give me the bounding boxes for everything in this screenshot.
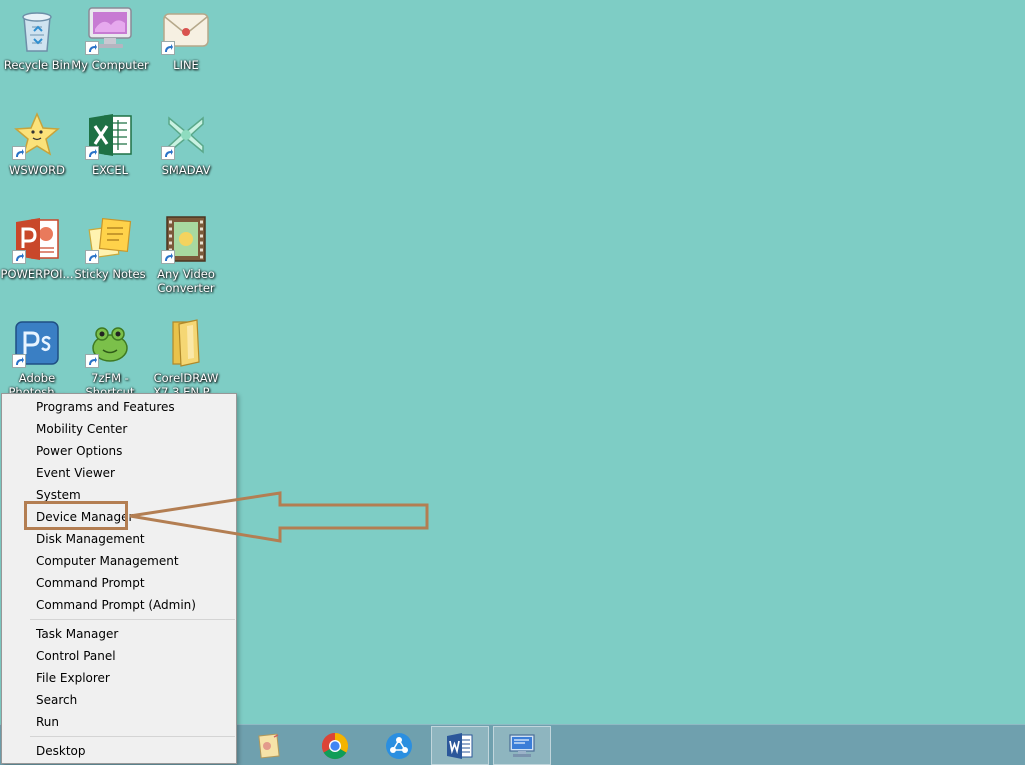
desktop-icon-label: SMADAV	[161, 163, 211, 177]
desktop-icon-label: Any Video Converter	[157, 267, 215, 295]
my-computer-icon	[85, 5, 135, 55]
menu-item-run[interactable]: Run	[36, 711, 231, 733]
annotation-arrow	[129, 491, 429, 543]
shortcut-arrow-icon	[12, 146, 26, 160]
computer-icon	[509, 733, 535, 757]
menu-item-command-prompt[interactable]: Command Prompt	[36, 572, 231, 594]
desktop-icon-label: Sticky Notes	[74, 267, 146, 281]
menu-item-mobility-center[interactable]: Mobility Center	[36, 418, 231, 440]
film-icon	[161, 214, 211, 264]
menu-separator	[30, 736, 235, 737]
chrome-icon	[321, 732, 349, 759]
desktop-icon-label: EXCEL	[91, 163, 128, 177]
taskbar-computer-button[interactable]	[493, 726, 551, 765]
taskbar-word-button[interactable]	[431, 726, 489, 765]
recycle-bin-icon	[12, 5, 62, 55]
shortcut-arrow-icon	[161, 250, 175, 264]
desktop-icon-label: My Computer	[71, 58, 149, 72]
taskbar-shareit-button[interactable]	[370, 726, 428, 765]
desktop-icon-adobe-photoshop[interactable]: Adobe Photosh...	[0, 318, 74, 399]
menu-item-task-manager[interactable]: Task Manager	[36, 623, 231, 645]
folder-icon	[161, 318, 211, 368]
photoshop-icon	[12, 318, 62, 368]
desktop-icon-sticky-notes[interactable]: Sticky Notes	[73, 214, 147, 281]
annotation-highlight-box	[24, 501, 128, 530]
shortcut-arrow-icon	[85, 354, 99, 368]
desktop-icon-coreldraw[interactable]: CorelDRAW X7.3.EN.P...	[149, 318, 223, 399]
desktop-icon-label: POWERPOI...	[0, 267, 74, 281]
desktop-icon-7zfm[interactable]: 7zFM - Shortcut	[73, 318, 147, 399]
desktop-icon-any-video-converter[interactable]: Any Video Converter	[149, 214, 223, 295]
desktop-icon-label: LINE	[173, 58, 199, 72]
shortcut-arrow-icon	[85, 146, 99, 160]
menu-separator	[30, 619, 235, 620]
sticky-notes-icon	[85, 214, 135, 264]
taskbar-sticky-notes-button[interactable]	[240, 726, 298, 765]
taskbar-chrome-button[interactable]	[306, 726, 364, 765]
sticky-note-icon	[258, 733, 280, 758]
desktop-icon-label: Recycle Bin	[3, 58, 71, 72]
desktop-icon-label: WSWORD	[9, 163, 65, 177]
envelope-icon	[161, 5, 211, 55]
frog-icon	[85, 318, 135, 368]
menu-item-event-viewer[interactable]: Event Viewer	[36, 462, 231, 484]
shortcut-arrow-icon	[85, 41, 99, 55]
menu-item-desktop[interactable]: Desktop	[36, 740, 231, 762]
menu-item-command-prompt-admin[interactable]: Command Prompt (Admin)	[36, 594, 231, 616]
shortcut-arrow-icon	[12, 354, 26, 368]
shareit-icon	[386, 732, 412, 759]
menu-item-programs-and-features[interactable]: Programs and Features	[36, 396, 231, 418]
powerpoint-icon	[12, 214, 62, 264]
smadav-icon	[161, 110, 211, 160]
shortcut-arrow-icon	[12, 250, 26, 264]
desktop-icon-excel[interactable]: EXCEL	[73, 110, 147, 177]
desktop-icon-powerpoint[interactable]: POWERPOI...	[0, 214, 74, 281]
excel-icon	[85, 110, 135, 160]
shortcut-arrow-icon	[161, 41, 175, 55]
desktop-icon-line[interactable]: LINE	[149, 5, 223, 72]
menu-item-search[interactable]: Search	[36, 689, 231, 711]
menu-item-power-options[interactable]: Power Options	[36, 440, 231, 462]
desktop-icon-my-computer[interactable]: My Computer	[71, 5, 149, 72]
word-icon	[447, 732, 473, 759]
desktop-icon-recycle-bin[interactable]: Recycle Bin	[0, 5, 74, 72]
menu-item-computer-management[interactable]: Computer Management	[36, 550, 231, 572]
winx-context-menu: Programs and Features Mobility Center Po…	[1, 393, 237, 764]
desktop-icon-smadav[interactable]: SMADAV	[149, 110, 223, 177]
menu-item-file-explorer[interactable]: File Explorer	[36, 667, 231, 689]
star-icon	[12, 110, 62, 160]
menu-item-control-panel[interactable]: Control Panel	[36, 645, 231, 667]
shortcut-arrow-icon	[161, 146, 175, 160]
shortcut-arrow-icon	[85, 250, 99, 264]
desktop-icon-wsword[interactable]: WSWORD	[0, 110, 74, 177]
